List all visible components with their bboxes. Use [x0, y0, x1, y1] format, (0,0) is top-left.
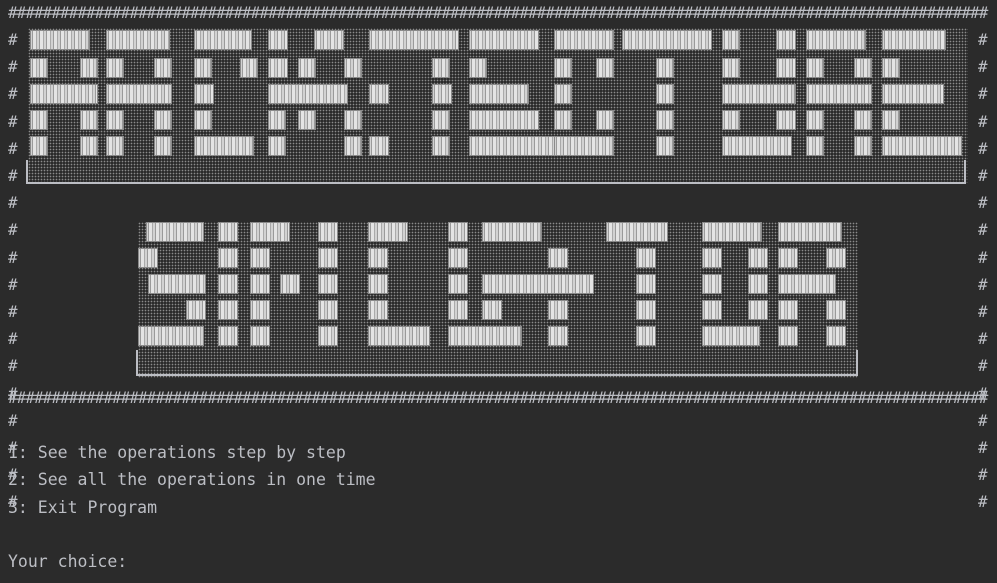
banner-border-bottom: ########################################… — [8, 388, 988, 407]
banner-side-hash: # — [978, 193, 988, 213]
banner-side-hash: # — [8, 84, 18, 104]
banner-side-hash: # — [978, 220, 988, 240]
banner-side-hash: # — [978, 30, 988, 49]
banner-side-hash: # — [8, 274, 18, 294]
banner-side-hash: # — [978, 84, 988, 104]
banner-side-hash: # — [8, 166, 18, 185]
banner-side-hash: # — [8, 220, 18, 240]
menu-option-all-operations: 2: See all the operations in one time — [8, 470, 376, 489]
banner-border-top: ########################################… — [8, 3, 988, 22]
choice-prompt: Your choice: — [8, 551, 149, 573]
banner-side-hash: # — [978, 465, 988, 485]
banner-side-hash: # — [8, 329, 18, 349]
choice-input[interactable] — [137, 551, 149, 573]
menu-option-exit: 3: Exit Program — [8, 498, 158, 517]
banner-side-hash: # — [978, 274, 988, 294]
banner-side-hash: # — [8, 193, 18, 213]
banner-side-hash: # — [978, 438, 988, 457]
banner-side-hash: # — [978, 57, 988, 77]
banner-side-hash: # — [978, 247, 988, 267]
banner-side-hash: # — [8, 138, 18, 158]
banner-side-hash: # — [8, 356, 18, 376]
banner-side-hash: # — [978, 410, 988, 430]
banner-side-hash: # — [978, 329, 988, 349]
banner-side-hash: # — [8, 302, 18, 321]
banner-side-hash: # — [8, 247, 18, 267]
banner-subtitle-art — [136, 220, 861, 380]
run-console[interactable]: ########################################… — [0, 0, 997, 583]
banner-side-hash: # — [8, 57, 18, 77]
banner-side-hash: # — [978, 138, 988, 158]
banner-side-hash: # — [8, 111, 18, 131]
banner-side-hash: # — [978, 111, 988, 131]
banner-side-hash: # — [8, 410, 18, 430]
choice-prompt-label: Your choice: — [8, 552, 138, 571]
banner-title-art — [24, 24, 974, 194]
banner-side-hash: # — [978, 492, 988, 512]
banner-side-hash: # — [8, 30, 18, 49]
banner-side-hash: # — [978, 302, 988, 321]
menu-option-step-by-step: 1: See the operations step by step — [8, 443, 346, 462]
banner-side-hash: # — [978, 166, 988, 185]
banner-side-hash: # — [978, 356, 988, 376]
